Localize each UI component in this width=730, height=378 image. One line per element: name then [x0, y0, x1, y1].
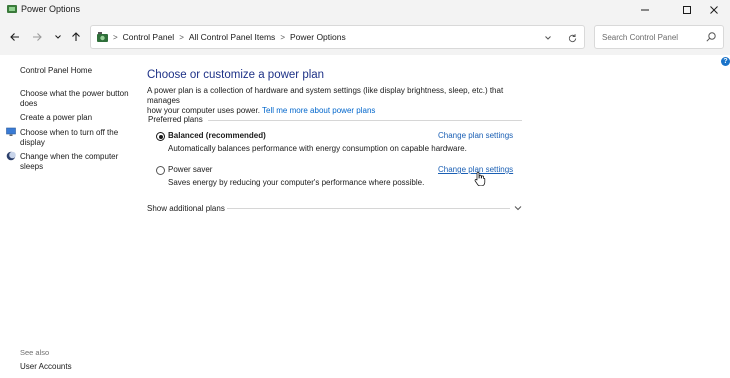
breadcrumb-power-options[interactable]: Power Options [290, 32, 346, 42]
maximize-icon [683, 5, 691, 14]
refresh-button[interactable] [565, 31, 579, 45]
control-panel-icon [97, 32, 108, 42]
create-power-plan-link[interactable]: Create a power plan [20, 113, 92, 123]
control-panel-home-link[interactable]: Control Panel Home [20, 66, 92, 76]
divider [208, 120, 522, 121]
power-options-app-icon [7, 5, 17, 13]
breadcrumb-all-items[interactable]: All Control Panel Items [189, 32, 275, 42]
link-text-line: Change when the computer [20, 152, 119, 161]
address-bar[interactable]: > Control Panel > All Control Panel Item… [90, 25, 585, 49]
breadcrumb-control-panel[interactable]: Control Panel [123, 32, 175, 42]
address-dropdown-button[interactable] [542, 32, 554, 44]
forward-arrow-icon [33, 33, 42, 41]
back-button[interactable] [7, 29, 23, 45]
breadcrumb-separator: > [280, 32, 285, 42]
divider [227, 208, 510, 209]
breadcrumb: > Control Panel > All Control Panel Item… [113, 32, 346, 42]
left-navigation-pane: Control Panel Home Choose what the power… [0, 55, 140, 378]
plan-name[interactable]: Power saver [168, 165, 212, 174]
power-saver-plan-radio[interactable] [156, 166, 165, 175]
power-options-window: Power Options > Control Panel > All Cont… [0, 0, 730, 378]
hand-cursor-icon [474, 171, 486, 186]
up-arrow-icon [72, 32, 80, 41]
plan-description: Automatically balances performance with … [168, 144, 467, 153]
search-input[interactable]: Search Control Panel [602, 33, 678, 42]
link-text-line: Create a power plan [20, 113, 93, 122]
minimize-button[interactable] [628, 0, 662, 19]
breadcrumb-separator: > [179, 32, 184, 42]
link-text-line: Choose what the power button [20, 89, 129, 98]
refresh-icon [568, 33, 576, 42]
back-arrow-icon [10, 33, 19, 41]
close-icon [710, 5, 718, 14]
window-title: Power Options [21, 4, 81, 14]
computer-sleeps-link[interactable]: Change when the computer sleeps [20, 152, 118, 172]
help-button[interactable]: ? [721, 57, 730, 66]
close-button[interactable] [697, 0, 730, 19]
chevron-down-icon [545, 36, 551, 40]
moon-icon [6, 151, 16, 161]
intro-line: A power plan is a collection of hardware… [147, 86, 504, 105]
title-bar: Power Options [0, 0, 730, 19]
link-text-line: sleeps [20, 162, 44, 171]
intro-line-2: how your computer uses power. Tell me mo… [147, 106, 537, 116]
preferred-plans-heading: Preferred plans [148, 115, 203, 124]
plan-description: Saves energy by reducing your computer's… [168, 178, 425, 187]
breadcrumb-separator: > [113, 32, 118, 42]
navigation-bar: > Control Panel > All Control Panel Item… [0, 19, 730, 55]
tell-me-more-link[interactable]: Tell me more about power plans [262, 106, 375, 115]
forward-button[interactable] [29, 29, 45, 45]
minimize-icon [641, 9, 649, 10]
search-icon [706, 32, 716, 42]
change-plan-settings-link[interactable]: Change plan settings [438, 131, 513, 140]
intro-text: A power plan is a collection of hardware… [147, 86, 537, 116]
intro-line: how your computer uses power. [147, 106, 260, 115]
see-also-heading: See also [20, 348, 50, 357]
power-button-settings-link[interactable]: Choose what the power button does [20, 89, 129, 109]
recent-locations-button[interactable] [50, 29, 66, 45]
chevron-down-icon [55, 35, 61, 39]
user-accounts-link[interactable]: User Accounts [20, 362, 72, 371]
monitor-icon [6, 127, 16, 136]
page-title: Choose or customize a power plan [147, 69, 325, 81]
show-additional-plans-toggle[interactable]: Show additional plans [147, 204, 225, 213]
chevron-down-icon[interactable] [513, 203, 523, 213]
link-text-line: Choose when to turn off the [20, 128, 119, 137]
main-content: Choose or customize a power plan A power… [146, 55, 726, 378]
turn-off-display-link[interactable]: Choose when to turn off the display [20, 128, 118, 148]
up-button[interactable] [68, 29, 84, 45]
link-text-line: display [20, 138, 45, 147]
balanced-plan-radio[interactable] [156, 132, 165, 141]
link-text-line: does [20, 99, 38, 108]
search-box[interactable]: Search Control Panel [594, 25, 724, 49]
plan-name[interactable]: Balanced (recommended) [168, 131, 266, 140]
